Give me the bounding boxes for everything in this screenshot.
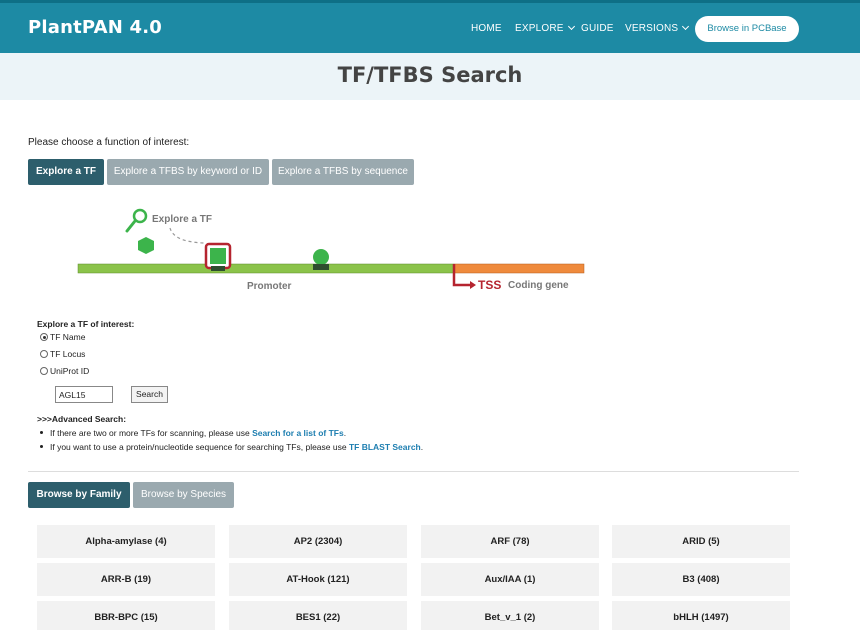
radio-button[interactable] [40,367,48,375]
promoter-label: Promoter [247,281,292,292]
radio-button[interactable] [40,333,48,341]
page-title: TF/TFBS Search [337,63,523,87]
form-title: Explore a TF of interest: [37,319,135,329]
family-card[interactable]: Bet_v_1 (2) [421,601,599,630]
coding-gene-bar [453,263,585,274]
browse-pcbase-button[interactable]: Browse in PCBase [695,16,799,42]
square-tf-icon [210,248,226,264]
radio-tf-name[interactable]: TF Name [40,332,85,342]
binding-site-mark [313,264,329,270]
tss-arrowhead [470,281,476,289]
family-card[interactable]: Aux/IAA (1) [421,563,599,596]
explore-tf-diagram: Explore a TF TSS Coding gene Promoter [77,208,585,292]
hexagon-tf-icon [138,237,154,254]
radio-label: TF Locus [50,349,86,359]
nav-explore[interactable]: EXPLORE [515,22,575,34]
family-card[interactable]: BBR-BPC (15) [37,601,215,630]
family-card[interactable]: bHLH (1497) [612,601,790,630]
tab-explore-tf[interactable]: Explore a TF [28,159,104,185]
tab-explore-keyword[interactable]: Explore a TFBS by keyword or ID [107,159,269,185]
nav-versions[interactable]: VERSIONS [625,22,690,34]
tf-blast-link[interactable]: TF BLAST Search [349,442,421,452]
family-card[interactable]: Alpha-amylase (4) [37,525,215,558]
advanced-line-2: If you want to use a protein/nucleotide … [40,442,423,452]
radio-uniprot-id[interactable]: UniProt ID [40,366,89,376]
advanced-line-1: If there are two or more TFs for scannin… [40,428,346,438]
bullet [40,431,43,434]
promoter-bar [77,263,455,274]
family-card[interactable]: B3 (408) [612,563,790,596]
top-navbar: PlantPAN 4.0 HOME EXPLORE GUIDE VERSIONS… [0,0,860,53]
advanced-text-1: If there are two or more TFs for scannin… [50,428,253,438]
dashed-arrow [169,227,205,244]
section-divider [28,471,799,472]
nav-guide[interactable]: GUIDE [581,23,614,34]
radio-label: TF Name [50,332,86,342]
browse-by-species-button[interactable]: Browse by Species [133,482,234,508]
family-card[interactable]: AT-Hook (121) [229,563,407,596]
tf-search-input[interactable] [55,386,113,403]
magnifier-icon [125,208,148,233]
round-tf-icon [313,249,329,265]
coding-gene-label: Coding gene [508,280,569,291]
advanced-text-2: If you want to use a protein/nucleotide … [50,442,349,452]
chevron-down-icon [567,22,575,31]
period: . [420,442,424,452]
tab-explore-sequence[interactable]: Explore a TFBS by sequence [272,159,414,185]
advanced-search-title: >>>Advanced Search: [37,414,127,424]
family-card[interactable]: ARR-B (19) [37,563,215,596]
period: . [343,428,347,438]
radio-tf-locus[interactable]: TF Locus [40,349,85,359]
search-list-link[interactable]: Search for a list of TFs [252,428,344,438]
brand-logo[interactable]: PlantPAN 4.0 [28,17,162,38]
diagram-explore-label: Explore a TF [152,214,212,225]
browse-by-family-button[interactable]: Browse by Family [28,482,130,508]
intro-text: Please choose a function of interest: [28,137,190,148]
radio-button[interactable] [40,350,48,358]
family-card[interactable]: ARF (78) [421,525,599,558]
family-card[interactable]: BES1 (22) [229,601,407,630]
title-band: TF/TFBS Search [0,53,860,100]
nav-versions-label: VERSIONS [625,23,679,34]
nav-home[interactable]: HOME [471,23,502,34]
binding-site-mark [211,266,225,271]
chevron-down-icon [682,22,690,31]
radio-label: UniProt ID [50,366,90,376]
nav-explore-label: EXPLORE [515,23,564,34]
family-card[interactable]: ARID (5) [612,525,790,558]
bullet [40,445,43,448]
tss-label: TSS [478,278,501,292]
search-button[interactable]: Search [131,386,168,403]
family-card[interactable]: AP2 (2304) [229,525,407,558]
